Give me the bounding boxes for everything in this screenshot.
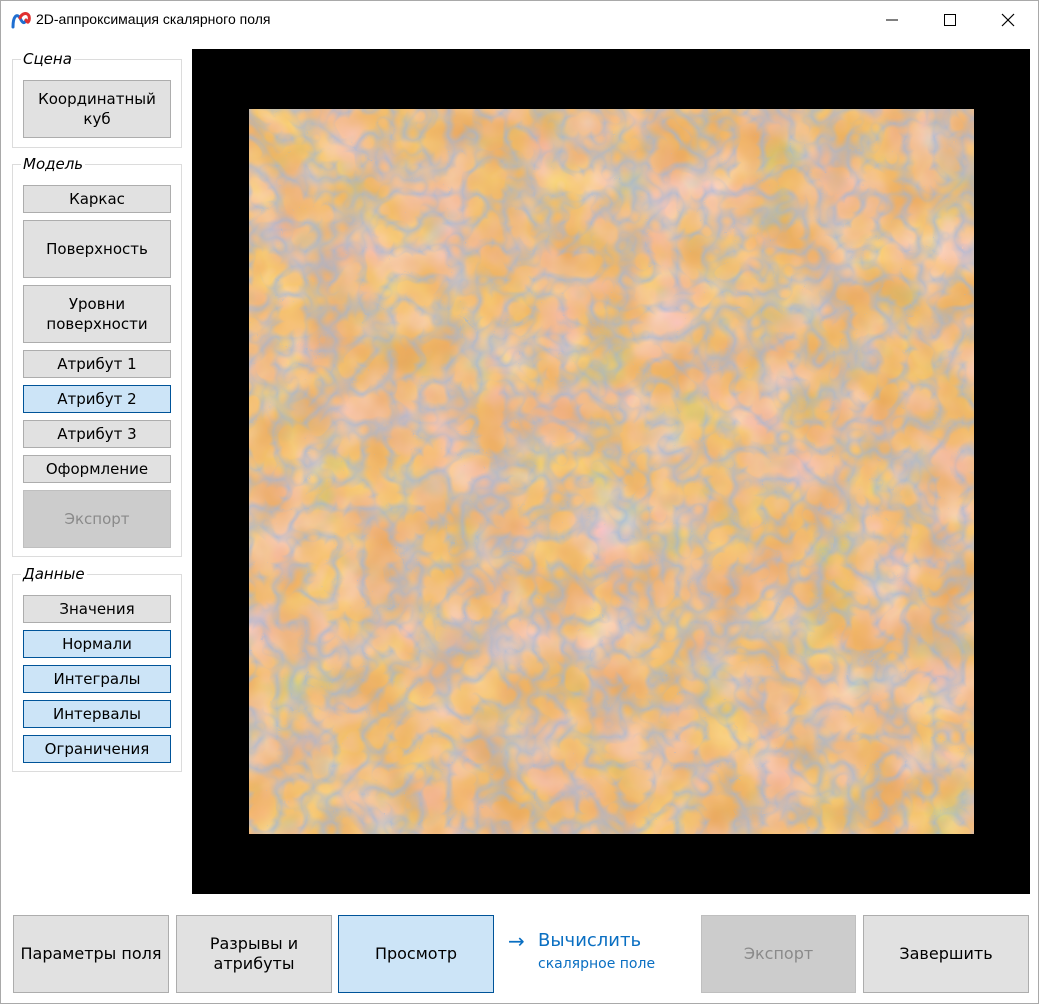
design-button[interactable]: Оформление <box>23 455 171 483</box>
app-window: 2D-аппроксимация скалярного поля Сцена К… <box>0 0 1039 1004</box>
attribute1-button[interactable]: Атрибут 1 <box>23 350 171 378</box>
app-logo-icon <box>11 12 31 29</box>
title-bar: 2D-аппроксимация скалярного поля <box>1 1 1038 39</box>
scene-group-title: Сцена <box>21 50 74 68</box>
coordinate-cube-button[interactable]: Координатный куб <box>23 80 171 138</box>
preview-button[interactable]: Просмотр <box>338 915 494 993</box>
close-button[interactable] <box>979 1 1037 39</box>
attribute3-button[interactable]: Атрибут 3 <box>23 420 171 448</box>
finish-button[interactable]: Завершить <box>863 915 1029 993</box>
compute-label: Вычислить <box>538 930 642 951</box>
window-title: 2D-аппроксимация скалярного поля <box>36 11 271 27</box>
surface-levels-button[interactable]: Уровни поверхности <box>23 285 171 343</box>
integrals-button[interactable]: Интегралы <box>23 665 171 693</box>
model-export-button[interactable]: Экспорт <box>23 490 171 548</box>
scalar-field-surface[interactable] <box>249 109 974 834</box>
surface-button[interactable]: Поверхность <box>23 220 171 278</box>
minimize-button[interactable] <box>863 1 921 39</box>
compute-sublabel: скалярное поле <box>538 956 656 972</box>
arrow-right-icon: → <box>508 929 525 953</box>
constraints-button[interactable]: Ограничения <box>23 735 171 763</box>
wireframe-button[interactable]: Каркас <box>23 185 171 213</box>
minimize-icon <box>886 19 898 21</box>
values-button[interactable]: Значения <box>23 595 171 623</box>
field-params-button[interactable]: Параметры поля <box>13 915 169 993</box>
maximize-button[interactable] <box>921 1 979 39</box>
scalar-field-image <box>249 109 974 834</box>
close-icon <box>1001 13 1015 27</box>
normals-button[interactable]: Нормали <box>23 630 171 658</box>
model-group-title: Модель <box>21 155 86 173</box>
intervals-button[interactable]: Интервалы <box>23 700 171 728</box>
export-button[interactable]: Экспорт <box>701 915 856 993</box>
attribute2-button[interactable]: Атрибут 2 <box>23 385 171 413</box>
render-viewport[interactable] <box>192 49 1030 894</box>
maximize-icon <box>944 14 956 26</box>
compute-link[interactable]: → Вычислить скалярное поле <box>508 930 678 980</box>
breaks-attributes-button[interactable]: Разрывы и атрибуты <box>176 915 332 993</box>
data-group-title: Данные <box>21 565 87 583</box>
